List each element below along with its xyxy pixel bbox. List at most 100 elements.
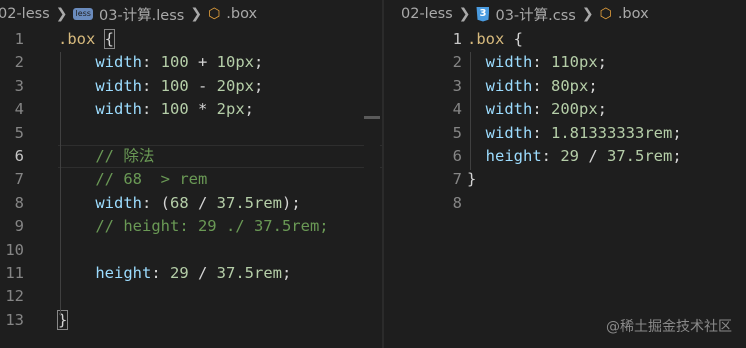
code-token: 29 <box>560 146 579 165</box>
breadcrumb-symbol[interactable]: ⬡ .box <box>600 6 649 22</box>
code-token: : <box>142 53 161 72</box>
code-token: ; <box>672 146 682 165</box>
code-token: : <box>541 146 561 165</box>
code-token: height <box>467 146 542 165</box>
chevron-right-icon: ❯ <box>581 6 594 22</box>
right-editor-pane[interactable]: 02-less ❯ 3 03-计算.css ❯ ⬡ .box 1 .box {2 … <box>384 0 746 348</box>
code-token: width <box>58 76 142 95</box>
code-token: ; <box>282 263 292 282</box>
code-line[interactable]: 3 width: 100 - 20px; <box>0 75 382 98</box>
code-line[interactable]: 7 // 68 > rem <box>0 168 382 191</box>
code-token: width <box>467 123 533 142</box>
breadcrumb-file-label: 03-计算.css <box>495 7 576 24</box>
code-token: width <box>58 100 142 119</box>
code-token: : <box>532 100 551 119</box>
scrollbar[interactable] <box>364 28 380 348</box>
code-token: // height: 29 ./ 37.5rem; <box>58 217 329 236</box>
code-editor[interactable]: 1 .box {2 width: 110px; 3 width: 80px; 4 wi… <box>384 28 746 215</box>
line-number: 7 <box>452 170 462 189</box>
code-line[interactable]: 2 width: 110px; <box>384 51 746 74</box>
code-token: : <box>532 123 551 142</box>
code-text: width: 110px; <box>467 51 607 74</box>
code-line[interactable]: 8 width: (68 / 37.5rem); <box>0 192 382 215</box>
line-number: 4 <box>14 100 24 119</box>
css-selector-icon: ⬡ <box>599 6 612 22</box>
code-token: - <box>188 76 217 95</box>
code-line[interactable]: 1 .box { <box>0 28 382 51</box>
code-text: height: 29 / 37.5rem; <box>58 262 291 285</box>
code-token: 1.81333333rem <box>551 123 673 142</box>
code-token: // 除法 <box>58 146 155 165</box>
code-token: 29 <box>170 263 189 282</box>
code-token: ; <box>254 53 264 72</box>
line-number: 6 <box>452 146 462 165</box>
breadcrumb-folder[interactable]: 02-less <box>0 6 50 22</box>
code-text: width: (68 / 37.5rem); <box>58 192 301 215</box>
code-token: 37.5rem <box>607 146 673 165</box>
code-text: width: 80px; <box>467 75 598 98</box>
code-token: : <box>151 263 170 282</box>
code-token: // 68 > rem <box>58 170 208 189</box>
code-token: ; <box>597 53 608 72</box>
line-number: 2 <box>452 53 462 72</box>
breadcrumb-symbol-label: .box <box>226 6 258 22</box>
line-number: 12 <box>5 287 24 306</box>
code-token: / <box>579 146 607 165</box>
code-token: 68 <box>170 193 189 212</box>
code-line[interactable]: 9 // height: 29 ./ 37.5rem; <box>0 215 382 238</box>
line-number: 3 <box>14 76 24 95</box>
code-line[interactable]: 12 <box>0 285 382 308</box>
code-text: height: 29 / 37.5rem; <box>467 145 682 168</box>
code-token: 200px <box>551 100 598 119</box>
code-line[interactable]: 10 <box>0 239 382 262</box>
line-number: 4 <box>452 100 462 119</box>
line-number: 2 <box>14 53 24 72</box>
line-number: 13 <box>5 310 24 329</box>
code-token: { <box>103 29 116 49</box>
chevron-right-icon: ❯ <box>55 6 68 22</box>
scrollbar-marker <box>364 116 380 119</box>
breadcrumb-file[interactable]: 3 03-计算.css <box>476 4 576 25</box>
line-number: 1 <box>14 30 24 48</box>
code-line[interactable]: 5 width: 1.81333333rem; <box>384 122 746 145</box>
code-token: width <box>467 100 533 119</box>
code-line[interactable]: 7} <box>384 168 746 191</box>
code-line[interactable]: 13} <box>0 309 382 332</box>
code-line[interactable]: 6 // 除法 <box>0 144 382 169</box>
code-text: .box { <box>58 28 116 51</box>
code-token: 100 <box>160 53 189 72</box>
code-token: ; <box>244 100 255 119</box>
line-number: 10 <box>5 240 24 259</box>
code-token: width <box>58 53 142 72</box>
code-line[interactable]: 2 width: 100 + 10px; <box>0 51 382 74</box>
code-token: ); <box>282 193 301 212</box>
left-editor-pane[interactable]: 02-less ❯ less 03-计算.less ❯ ⬡ .box 1 .box… <box>0 0 382 348</box>
code-line[interactable]: 1 .box { <box>384 28 746 51</box>
code-text: } <box>467 168 476 191</box>
line-number: 8 <box>14 193 24 212</box>
line-number: 9 <box>14 217 24 236</box>
code-token: { <box>504 30 523 48</box>
indent-guide <box>470 52 471 170</box>
breadcrumb-folder[interactable]: 02-less <box>401 6 453 22</box>
code-token: + <box>188 53 217 72</box>
code-line[interactable]: 11 height: 29 / 37.5rem; <box>0 262 382 285</box>
code-line[interactable]: 3 width: 80px; <box>384 75 746 98</box>
code-line[interactable]: 8 <box>384 192 746 215</box>
code-line[interactable]: 4 width: 200px; <box>384 98 746 121</box>
line-number: 8 <box>452 193 462 212</box>
breadcrumb-file[interactable]: less 03-计算.less <box>73 4 184 25</box>
code-text: // height: 29 ./ 37.5rem; <box>58 215 329 238</box>
code-token: 20px <box>216 76 254 95</box>
chevron-right-icon: ❯ <box>458 6 471 22</box>
code-token: 10px <box>216 53 254 72</box>
breadcrumb-symbol[interactable]: ⬡ .box <box>208 6 257 22</box>
code-line[interactable]: 4 width: 100 * 2px; <box>0 98 382 121</box>
code-editor[interactable]: 1 .box {2 width: 100 + 10px; 3 width: 100 … <box>0 28 382 332</box>
code-token: 37.5rem <box>216 263 282 282</box>
code-line[interactable]: 6 height: 29 / 37.5rem; <box>384 145 746 168</box>
code-token: : <box>532 76 551 95</box>
code-token: 100 <box>160 76 189 95</box>
code-line[interactable]: 5 <box>0 122 382 145</box>
